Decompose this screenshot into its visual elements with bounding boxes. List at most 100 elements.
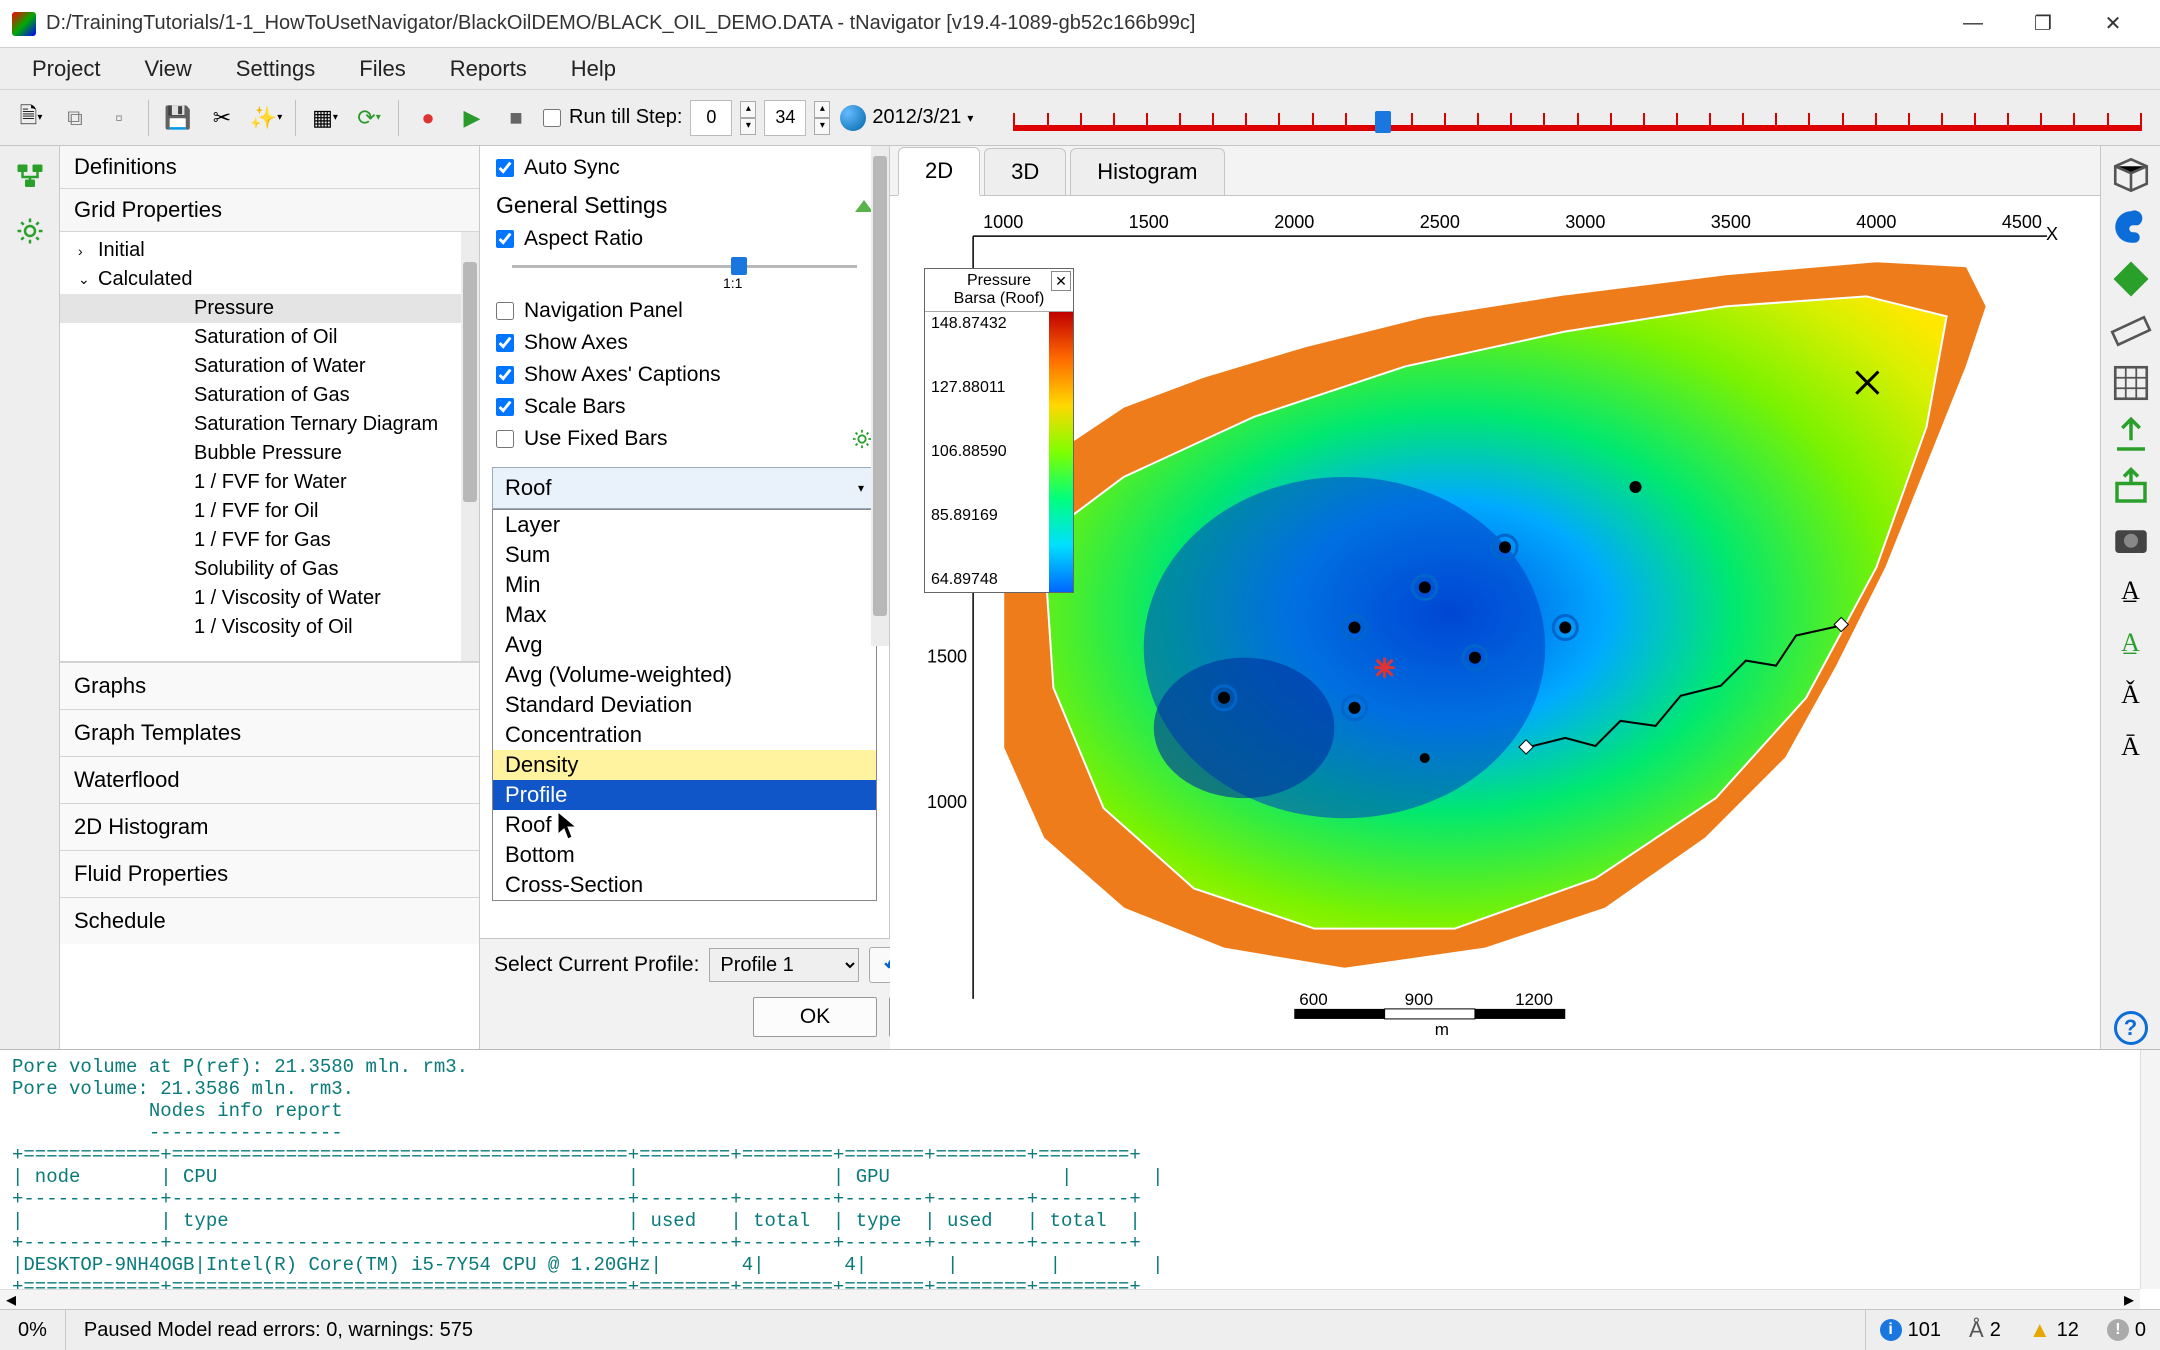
tree-item[interactable]: Saturation of Gas — [60, 381, 479, 410]
console-hscroll[interactable]: ◂▸ — [0, 1289, 2140, 1309]
timeline-slider[interactable] — [1013, 101, 2142, 135]
combo-option[interactable]: Standard Deviation — [493, 690, 876, 720]
tree-item[interactable]: Bubble Pressure — [60, 439, 479, 468]
combo-option[interactable]: Sum — [493, 540, 876, 570]
warn-badge[interactable]: ▲12 — [2015, 1317, 2093, 1343]
combo-option[interactable]: Max — [493, 600, 876, 630]
tab-3d[interactable]: 3D — [984, 148, 1066, 195]
minimize-button[interactable]: — — [1938, 0, 2008, 48]
aspect-ratio-row[interactable]: Aspect Ratio — [492, 223, 877, 255]
combo-option[interactable]: Min — [493, 570, 876, 600]
show-axes-checkbox[interactable] — [496, 334, 514, 352]
cube-view-icon[interactable] — [2110, 154, 2152, 196]
combo-option[interactable]: Concentration — [493, 720, 876, 750]
palette-icon[interactable] — [2110, 206, 2152, 248]
wand-button[interactable]: ✨▾ — [245, 97, 287, 139]
section-fluid-properties[interactable]: Fluid Properties — [60, 850, 479, 897]
tree-scrollbar[interactable] — [461, 232, 479, 661]
date-picker[interactable]: 2012/3/21 ▾ — [840, 105, 993, 131]
menu-help[interactable]: Help — [549, 50, 638, 88]
combo-option[interactable]: Cross-Section — [493, 870, 876, 900]
section-graph-templates[interactable]: Graph Templates — [60, 709, 479, 756]
maximize-button[interactable]: ❐ — [2008, 0, 2078, 48]
menu-files[interactable]: Files — [337, 50, 427, 88]
section-2d-histogram[interactable]: 2D Histogram — [60, 803, 479, 850]
show-captions-checkbox[interactable] — [496, 366, 514, 384]
tree-item[interactable]: 1 / Viscosity of Oil — [60, 613, 479, 642]
tree-item[interactable]: Saturation of Oil — [60, 323, 479, 352]
new-file-button[interactable]: 🗎▾ — [10, 97, 52, 139]
refresh-button[interactable]: ⟳▾ — [348, 97, 390, 139]
step-from-input[interactable] — [690, 100, 732, 136]
auto-sync-row[interactable]: Auto Sync — [492, 152, 877, 184]
color-legend[interactable]: Pressure Barsa (Roof) ✕ 148.87432 127.88… — [924, 268, 1074, 593]
scale-bars-checkbox[interactable] — [496, 398, 514, 416]
section-schedule[interactable]: Schedule — [60, 897, 479, 944]
menu-reports[interactable]: Reports — [428, 50, 549, 88]
tree-item[interactable]: Saturation Ternary Diagram — [60, 410, 479, 439]
diamond-icon[interactable] — [2110, 258, 2152, 300]
plot-2d[interactable]: 1000 1500 2000 2500 3000 3500 4000 4500 … — [900, 206, 2090, 1039]
menu-settings[interactable]: Settings — [214, 50, 338, 88]
fixed-bars-row[interactable]: Use Fixed Bars — [492, 423, 877, 455]
a-tool-3-icon[interactable]: Ǎ — [2110, 674, 2152, 716]
tree-item-pressure[interactable]: Pressure — [60, 294, 479, 323]
settings-scrollbar[interactable] — [871, 146, 889, 646]
combo-option[interactable]: Avg — [493, 630, 876, 660]
error-badge[interactable]: !0 — [2093, 1319, 2160, 1342]
definitions-header[interactable]: Definitions — [60, 146, 479, 189]
show-captions-row[interactable]: Show Axes' Captions — [492, 359, 877, 391]
tree-item[interactable]: 1 / FVF for Water — [60, 468, 479, 497]
export-icon[interactable] — [2110, 466, 2152, 508]
tree-item[interactable]: Saturation of Water — [60, 352, 479, 381]
fixed-bars-checkbox[interactable] — [496, 430, 514, 448]
tree-icon[interactable] — [9, 156, 51, 198]
play-button[interactable]: ▶ — [451, 97, 493, 139]
step-to-input[interactable] — [764, 100, 806, 136]
legend-close-icon[interactable]: ✕ — [1051, 271, 1071, 291]
menu-project[interactable]: Project — [10, 50, 122, 88]
roof-combo[interactable]: Roof▾ — [492, 467, 877, 509]
run-till-checkbox[interactable] — [543, 109, 561, 127]
show-axes-row[interactable]: Show Axes — [492, 327, 877, 359]
save-button[interactable]: 💾 — [157, 97, 199, 139]
tree-item[interactable]: 1 / FVF for Oil — [60, 497, 479, 526]
tab-2d[interactable]: 2D — [898, 147, 980, 196]
nav-panel-row[interactable]: Navigation Panel — [492, 295, 877, 327]
aspect-ratio-slider[interactable]: 1:1 — [492, 255, 877, 295]
combo-option[interactable]: Roof — [493, 810, 876, 840]
help-icon[interactable]: ? — [2110, 1007, 2152, 1049]
step-to-spinner[interactable]: ▴▾ — [814, 101, 830, 135]
tree-calculated[interactable]: ⌄Calculated — [60, 265, 479, 294]
tree-item[interactable]: 1 / Viscosity of Water — [60, 584, 479, 613]
paste-button[interactable]: ▫ — [98, 97, 140, 139]
stop-button[interactable]: ■ — [495, 97, 537, 139]
gear-icon[interactable] — [9, 210, 51, 252]
gear-icon[interactable] — [851, 428, 873, 450]
general-settings-heading[interactable]: General Settings — [492, 184, 877, 223]
menu-view[interactable]: View — [122, 50, 213, 88]
combo-option[interactable]: Avg (Volume-weighted) — [493, 660, 876, 690]
scale-bars-row[interactable]: Scale Bars — [492, 391, 877, 423]
grid-properties-header[interactable]: Grid Properties — [60, 189, 479, 232]
console-vscroll[interactable] — [2140, 1050, 2160, 1289]
a-tool-2-icon[interactable]: A̲ — [2110, 622, 2152, 664]
info-badge[interactable]: i101 — [1866, 1319, 1955, 1342]
ok-button[interactable]: OK — [753, 997, 877, 1037]
cut-button[interactable]: ✂ — [201, 97, 243, 139]
auto-sync-checkbox[interactable] — [496, 159, 514, 177]
tree-item[interactable]: 1 / FVF for Gas — [60, 526, 479, 555]
ruler-icon[interactable] — [2110, 310, 2152, 352]
record-button[interactable]: ● — [407, 97, 449, 139]
aspect-ratio-checkbox[interactable] — [496, 230, 514, 248]
combo-option-profile[interactable]: Profile — [493, 780, 876, 810]
combo-option-density[interactable]: Density — [493, 750, 876, 780]
a-tool-1-icon[interactable]: A̲ — [2110, 570, 2152, 612]
section-waterflood[interactable]: Waterflood — [60, 756, 479, 803]
tab-histogram[interactable]: Histogram — [1070, 148, 1224, 195]
tree-initial[interactable]: ›Initial — [60, 236, 479, 265]
section-graphs[interactable]: Graphs — [60, 662, 479, 709]
tree-item[interactable]: Solubility of Gas — [60, 555, 479, 584]
combo-option[interactable]: Layer — [493, 510, 876, 540]
table-icon[interactable] — [2110, 362, 2152, 404]
